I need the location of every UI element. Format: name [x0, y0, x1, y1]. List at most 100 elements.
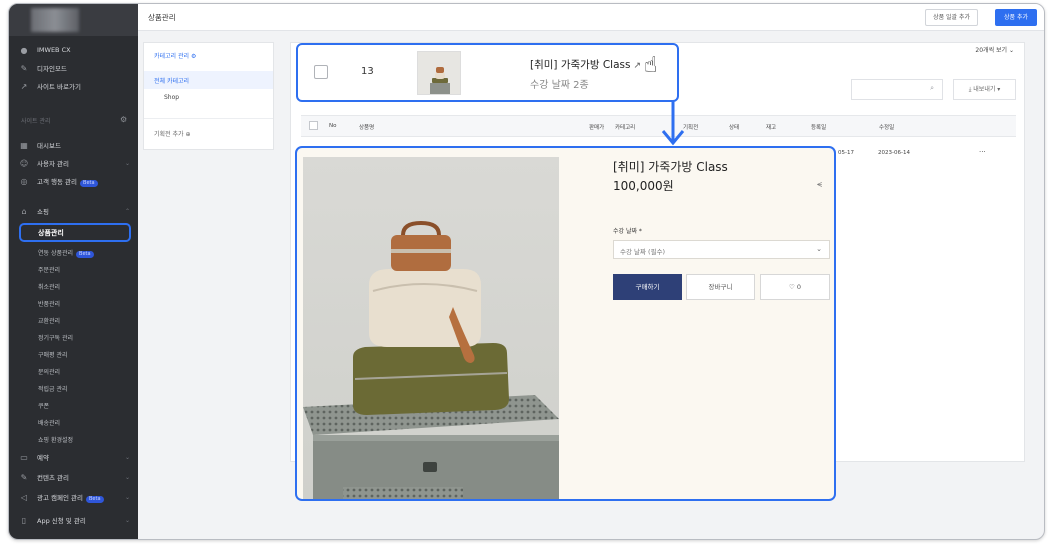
sidebar-item-shipping[interactable]: 배송관리	[38, 418, 60, 427]
sidebar-item-dashboard[interactable]: ▦ 대시보드	[9, 137, 138, 153]
option-label: 수강 날짜 *	[613, 228, 642, 235]
col-no: No	[329, 123, 337, 129]
plus-circle-icon: ⊕	[185, 131, 191, 138]
like-button[interactable]: ♡ 0	[760, 274, 830, 300]
settings-icon[interactable]: ⚙	[120, 115, 127, 124]
sidebar-item-shop-settings[interactable]: 쇼핑 환경설정	[38, 435, 73, 444]
table-header: No 상품명 판매가 카테고리 기획전 상태 재고 등록일 수정일	[301, 115, 1016, 137]
product-photo-illustration	[303, 157, 559, 499]
chevron-down-icon: ⌄	[124, 516, 130, 524]
pencil-icon: ✎	[20, 63, 28, 73]
gear-icon: ⚙	[190, 53, 197, 60]
download-icon: ⤓	[968, 86, 972, 93]
row-mod-date: 2023-06-14	[878, 150, 910, 156]
sidebar-item-cancel[interactable]: 취소관리	[38, 282, 60, 291]
cart-button[interactable]: 장바구니	[686, 274, 755, 300]
sidebar-section-label: 사이트 관리	[21, 118, 51, 125]
sidebar-item-site[interactable]: ● IMWEB CX	[9, 42, 138, 58]
content-icon: ✎	[20, 472, 28, 482]
plan-add-link[interactable]: 기획전 추가 ⊕	[154, 129, 190, 138]
product-title: [취미] 가죽가방 Class	[613, 160, 728, 174]
sidebar-item-app[interactable]: ▯ App 신청 및 관리 ⌄	[9, 512, 138, 528]
col-mod-date: 수정일	[879, 125, 895, 131]
sidebar-item-reviews[interactable]: 구매평 관리	[38, 350, 68, 359]
external-link-icon: ↗	[20, 81, 28, 91]
row-number: 13	[361, 66, 374, 77]
product-subtitle: 수강 날짜 2종	[530, 80, 589, 91]
beta-badge: Beta	[80, 179, 98, 187]
product-name-link[interactable]: [취미] 가죽가방 Class ↗	[530, 57, 641, 72]
sidebar-item-exchange[interactable]: 교환관리	[38, 316, 60, 325]
shopping-bag-icon: ⌂	[21, 206, 27, 216]
col-reg-date: 등록일	[811, 125, 827, 131]
buy-button[interactable]: 구매하기	[613, 274, 682, 300]
bag-thumbnail-image	[418, 52, 460, 94]
export-button[interactable]: ⤓ 내보내기 ▾	[953, 79, 1016, 100]
category-all[interactable]: 전체 카테고리	[144, 71, 273, 89]
category-panel: 카테고리 관리 ⚙ 전체 카테고리 Shop 기획전 추가 ⊕	[143, 42, 274, 150]
product-photo	[303, 157, 559, 499]
sidebar-item-site-shortcut[interactable]: ↗ 사이트 바로가기	[9, 78, 138, 94]
sidebar-item-linked-product[interactable]: 연동 상품관리 Beta	[38, 248, 94, 258]
calendar-icon: ▭	[20, 452, 28, 462]
sidebar-item-user-manage[interactable]: ☺ 사용자 관리 ⌄	[9, 155, 138, 171]
sidebar: ● IMWEB CX ✎ 디자인모드 ↗ 사이트 바로가기 사이트 관리 ⚙ ▦…	[9, 4, 138, 539]
sidebar-item-inquiry[interactable]: 문의관리	[38, 367, 60, 376]
more-icon[interactable]: ···	[979, 148, 986, 156]
row-checkbox[interactable]	[314, 65, 328, 79]
chevron-up-icon: ⌃	[124, 207, 130, 215]
sidebar-item-order[interactable]: 주문관리	[38, 265, 60, 274]
sidebar-item-design-mode[interactable]: ✎ 디자인모드	[9, 60, 138, 76]
col-price: 판매가	[589, 125, 605, 131]
sidebar-item-content[interactable]: ✎ 컨텐츠 관리 ⌄	[9, 469, 138, 485]
add-product-button[interactable]: 상품 추가	[995, 9, 1037, 26]
sidebar-item-coupon[interactable]: 쿠폰	[38, 401, 49, 410]
sidebar-item-reservation[interactable]: ▭ 예약 ⌄	[9, 449, 138, 465]
megaphone-icon: ◁	[20, 492, 28, 502]
category-manage-link[interactable]: 카테고리 관리 ⚙	[154, 51, 196, 60]
sidebar-item-return[interactable]: 반품관리	[38, 299, 60, 308]
col-status: 상태	[729, 125, 740, 131]
product-thumbnail	[417, 51, 461, 95]
chevron-down-icon: ⌄	[124, 159, 130, 167]
row-reg-date: 05-17	[838, 150, 854, 156]
pointer-hand-icon: ☝	[644, 53, 658, 78]
beta-badge: Beta	[86, 495, 104, 503]
sidebar-item-customer-behavior[interactable]: ◎ 고객 행동 관리 Beta	[9, 173, 138, 189]
select-all-checkbox[interactable]	[309, 121, 318, 130]
highlighted-product-row[interactable]: 13 [취미] 가죽가방 Class ↗ 수강 날짜 2종 ☝	[296, 43, 679, 102]
top-bar: 상품관리 상품 일괄 추가 상품 추가	[138, 4, 1044, 31]
behavior-icon: ◎	[20, 176, 28, 186]
chevron-down-icon: ⌄	[816, 245, 822, 253]
sidebar-item-shopping[interactable]: ⌂ 쇼핑 ⌃	[9, 203, 138, 219]
share-icon[interactable]: ⪪	[817, 180, 822, 190]
date-option-select[interactable]: 수강 날짜 (필수) ⌄	[613, 240, 830, 259]
chevron-down-icon: ⌄	[1008, 47, 1014, 54]
product-price: 100,000원	[613, 179, 674, 193]
bulk-add-button[interactable]: 상품 일괄 추가	[925, 9, 978, 26]
beta-badge: Beta	[76, 251, 94, 258]
chevron-down-icon: ⌄	[124, 473, 130, 481]
search-input[interactable]: ⌕	[851, 79, 943, 100]
per-page-select[interactable]: 20개씩 보기 ⌄	[975, 45, 1014, 54]
dashboard-icon: ▦	[20, 140, 28, 150]
page-title: 상품관리	[148, 13, 176, 22]
chevron-down-icon: ⌄	[124, 493, 130, 501]
divider	[144, 118, 273, 119]
sidebar-item-subscription[interactable]: 정기구독 관리	[38, 333, 73, 342]
sidebar-item-product-manage[interactable]: 상품관리	[19, 223, 131, 242]
category-shop[interactable]: Shop	[164, 94, 179, 101]
chevron-down-icon: ⌄	[124, 453, 130, 461]
arrow-down-icon	[661, 101, 685, 146]
product-detail-preview: [취미] 가죽가방 Class 100,000원 ⪪ 수강 날짜 * 수강 날짜…	[295, 146, 836, 501]
user-icon: ☺	[19, 158, 29, 168]
app-icon: ▯	[21, 515, 27, 525]
site-icon: ●	[20, 45, 28, 55]
col-name: 상품명	[359, 125, 375, 131]
sidebar-item-points[interactable]: 적립금 관리	[38, 384, 68, 393]
sidebar-item-ad-campaign[interactable]: ◁ 광고 캠페인 관리 Beta ⌄	[9, 489, 138, 505]
external-link-icon[interactable]: ↗	[633, 61, 641, 71]
site-logo	[9, 4, 138, 36]
search-icon: ⌕	[930, 84, 934, 92]
col-stock: 재고	[766, 125, 777, 131]
